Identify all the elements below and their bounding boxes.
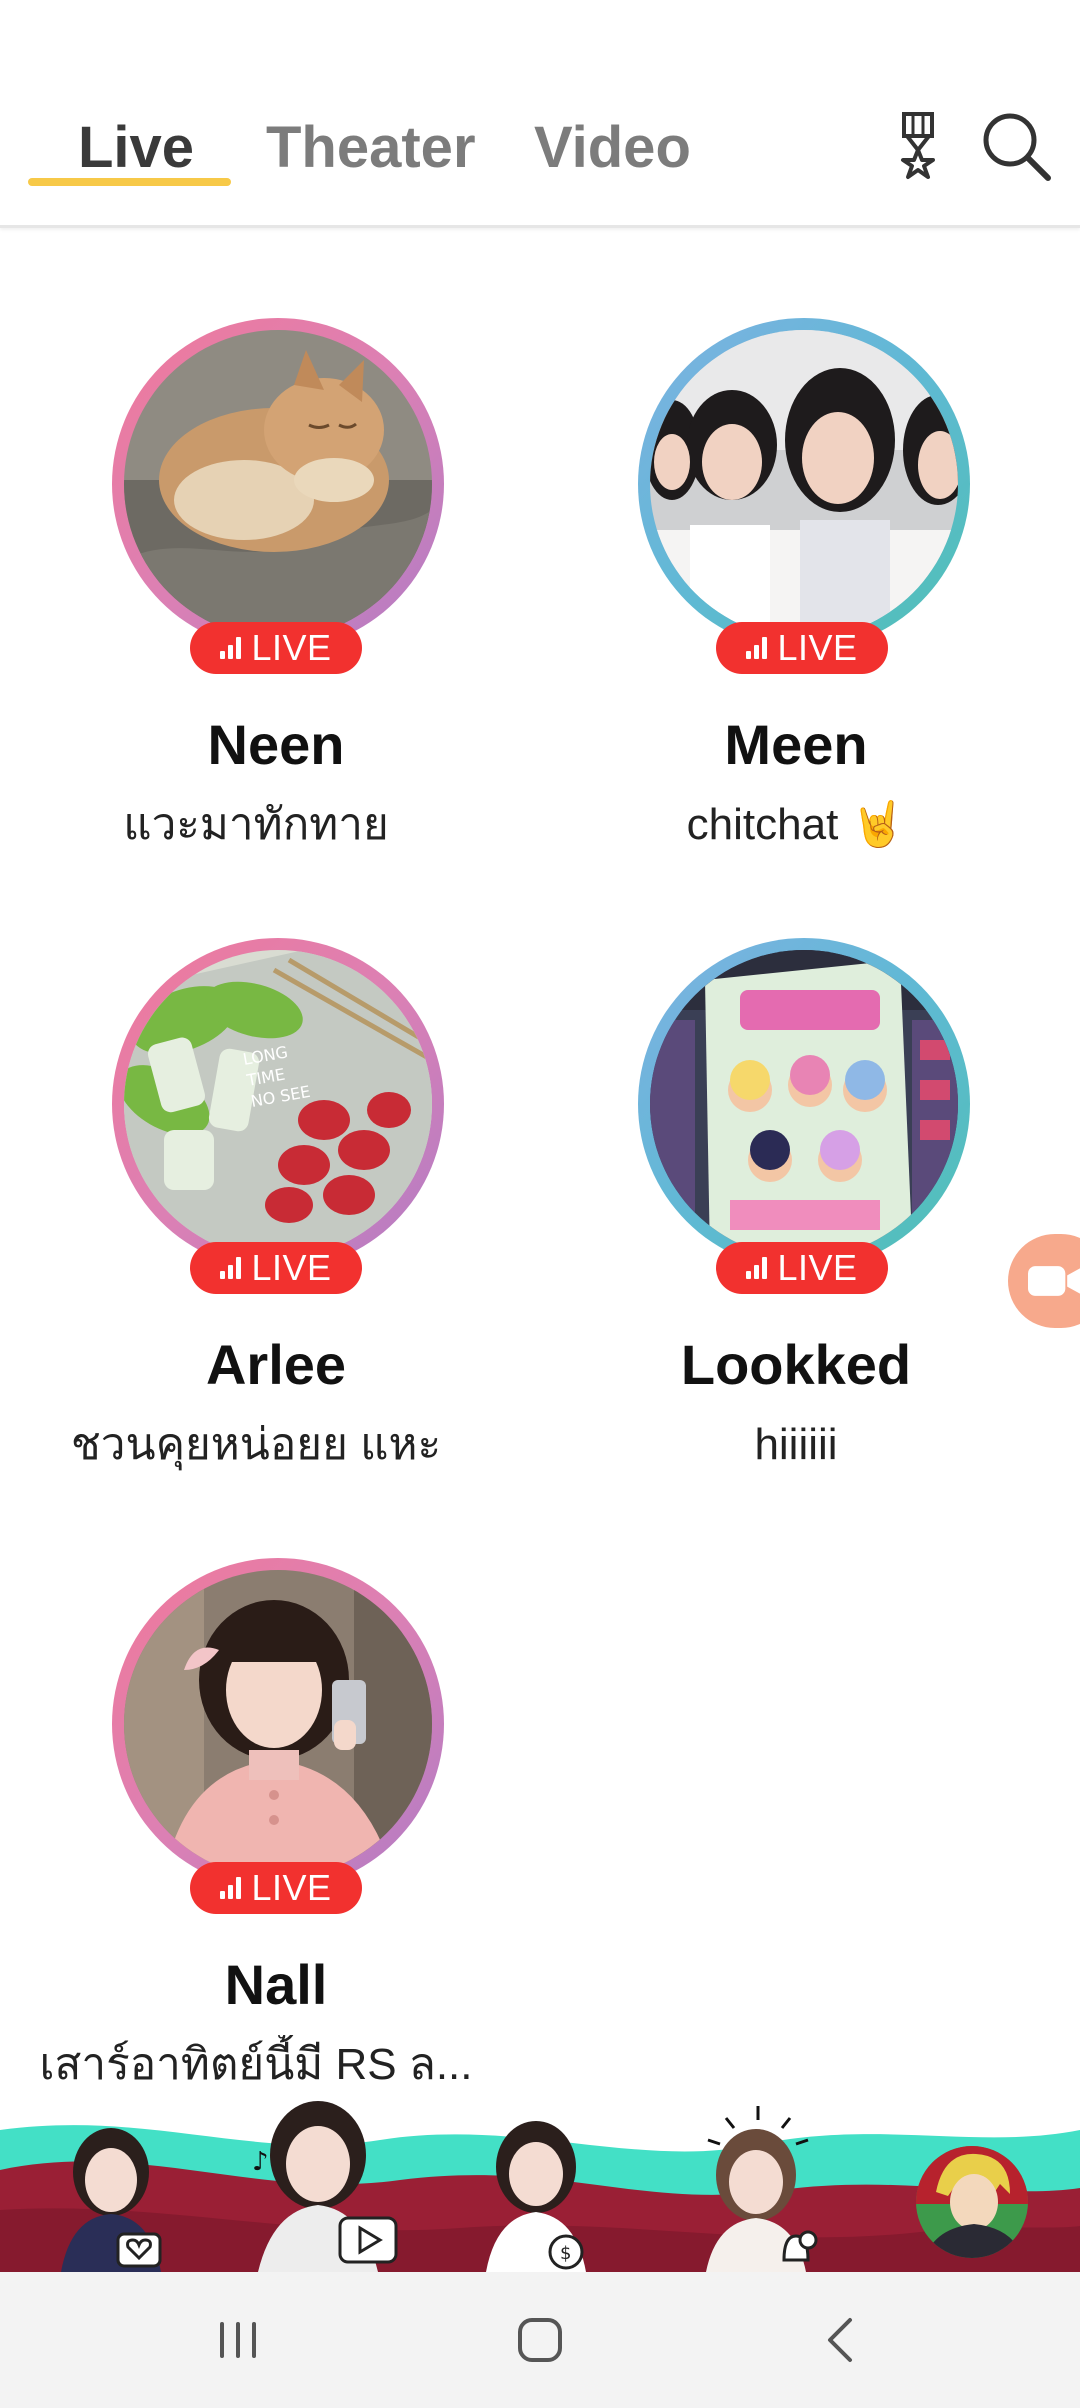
- avatar: LONG TIME NO SEE: [124, 950, 432, 1258]
- medal-icon[interactable]: [880, 108, 956, 184]
- avatar-ring: [638, 318, 970, 650]
- live-badge: LIVE: [716, 622, 888, 674]
- live-card-arlee[interactable]: LONG TIME NO SEE LIVE Arlee ชวนคุยหน่อยย…: [0, 850, 540, 1470]
- promo-banner[interactable]: ♪ $: [0, 2100, 1080, 2272]
- signal-icon: [220, 1877, 242, 1899]
- avatar-ring: [112, 318, 444, 650]
- recents-button[interactable]: [208, 2310, 268, 2370]
- member-name: Nall: [224, 1953, 328, 2016]
- live-badge: LIVE: [190, 1242, 362, 1294]
- live-caption: ชวนคุยหน่อยย แหะ: [70, 1420, 442, 1469]
- heart-chat-icon: [116, 2232, 162, 2268]
- avatar-ring: [638, 938, 970, 1270]
- member-name: Arlee: [205, 1333, 347, 1396]
- signal-icon: [220, 1257, 242, 1279]
- live-caption: hiiiiii: [754, 1420, 838, 1469]
- play-video-icon: [338, 2216, 398, 2264]
- promo-member-4[interactable]: [696, 2100, 826, 2272]
- search-icon[interactable]: [978, 108, 1054, 184]
- avatar-ring: LONG TIME NO SEE: [112, 938, 444, 1270]
- signal-icon: [746, 1257, 768, 1279]
- system-navigation-bar: [0, 2272, 1080, 2408]
- live-badge-label: LIVE: [777, 1247, 858, 1288]
- live-caption: เสาร์อาทิตย์นี้มี RS ล...: [39, 2040, 473, 2089]
- live-card-nall[interactable]: LIVE Nall เสาร์อาทิตย์นี้มี RS ล...: [0, 1470, 540, 2090]
- avatar: [124, 1570, 432, 1878]
- svg-text:♪: ♪: [252, 2147, 269, 2177]
- avatar: [124, 330, 432, 638]
- live-card-lookked[interactable]: LIVE Lookked hiiiiii: [526, 850, 1066, 1470]
- home-button[interactable]: [510, 2310, 570, 2370]
- live-badge: LIVE: [716, 1242, 888, 1294]
- live-member-grid: LIVE Neen แวะมาทักทาย LIVE Meen chitchat…: [0, 230, 1080, 2130]
- live-badge: LIVE: [190, 622, 362, 674]
- svg-text:$: $: [560, 2243, 571, 2264]
- active-tab-indicator: [28, 178, 231, 186]
- video-camera-icon: [1028, 1266, 1080, 1296]
- member-name: Meen: [724, 713, 868, 776]
- top-header: Live Theater Video: [0, 0, 1080, 228]
- live-badge: LIVE: [190, 1862, 362, 1914]
- avatar: [650, 950, 958, 1258]
- live-badge-label: LIVE: [251, 627, 332, 668]
- live-badge-label: LIVE: [251, 1247, 332, 1288]
- live-card-neen[interactable]: LIVE Neen แวะมาทักทาย: [0, 230, 540, 850]
- live-badge-label: LIVE: [251, 1867, 332, 1908]
- tab-video[interactable]: Video: [534, 108, 691, 188]
- promo-member-3[interactable]: $: [478, 2112, 598, 2272]
- live-card-meen[interactable]: LIVE Meen chitchat 🤘: [526, 230, 1066, 850]
- signal-icon: [746, 637, 768, 659]
- tab-theater[interactable]: Theater: [266, 108, 476, 188]
- signal-icon: [220, 637, 242, 659]
- avatar-ring: [112, 1558, 444, 1890]
- live-caption: chitchat 🤘: [686, 800, 906, 849]
- back-button[interactable]: [812, 2310, 872, 2370]
- live-caption: แวะมาทักทาย: [123, 800, 389, 849]
- tab-live[interactable]: Live: [78, 108, 194, 188]
- promo-member-2[interactable]: ♪: [248, 2100, 408, 2272]
- avatar: [650, 330, 958, 638]
- member-name: Neen: [207, 713, 345, 776]
- promo-member-1[interactable]: [56, 2122, 166, 2272]
- anime-avatar[interactable]: [914, 2144, 1030, 2260]
- live-badge-label: LIVE: [777, 627, 858, 668]
- member-name: Lookked: [680, 1333, 912, 1396]
